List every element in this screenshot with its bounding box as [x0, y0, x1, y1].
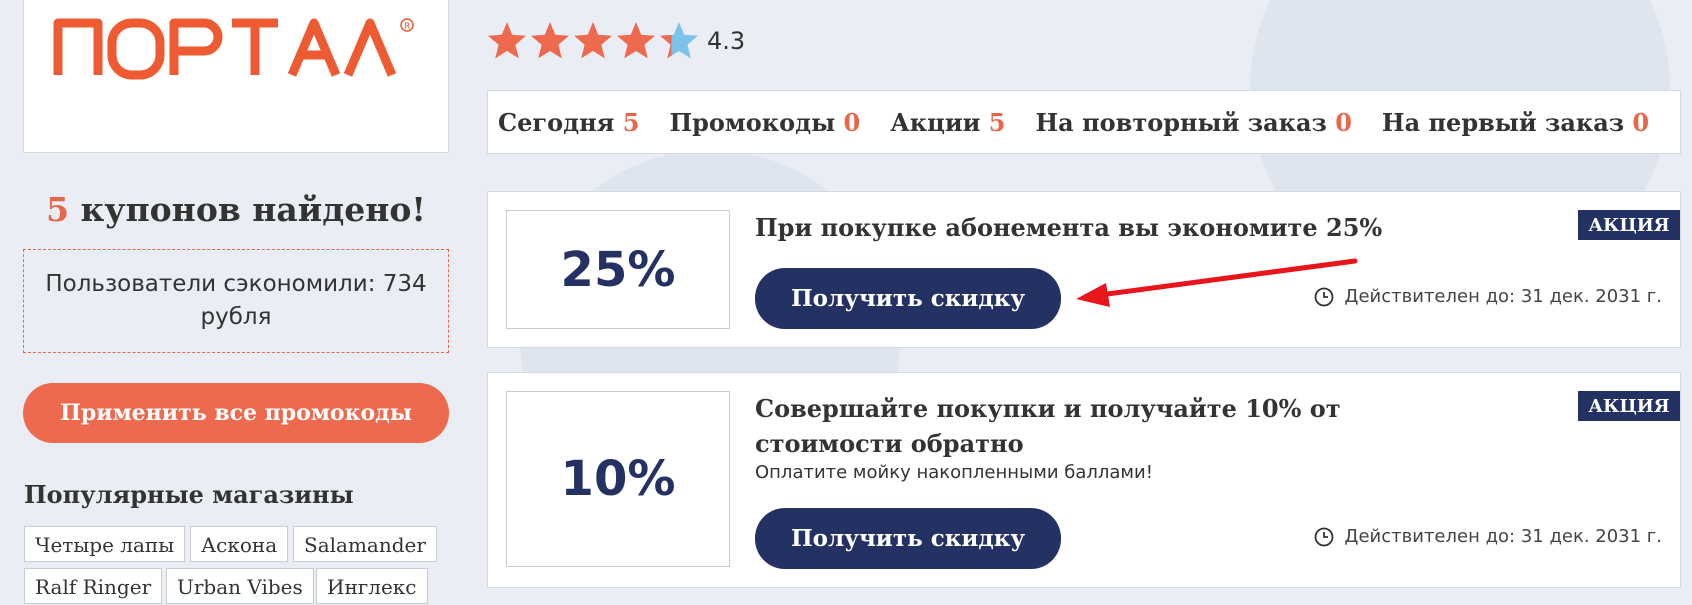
coupon-filter-tabs: Сегодня 5 Промокоды 0 Акции 5 На повторн…: [487, 90, 1681, 154]
users-saved-text: Пользователи сэкономили: 734 рубля: [45, 271, 427, 330]
store-tag[interactable]: Urban Vibes: [166, 568, 314, 604]
annotation-arrow-icon: [1076, 258, 1358, 307]
coupon-card: 10% Совершайте покупки и получайте 10% о…: [487, 372, 1681, 588]
store-tag[interactable]: Четыре лапы: [24, 526, 186, 562]
star-icon: [617, 22, 655, 59]
tab-today[interactable]: Сегодня 5: [498, 108, 639, 137]
users-saved-box: Пользователи сэкономили: 734 рубля: [23, 249, 449, 353]
coupon-description: Оплатите мойку накопленными баллами!: [755, 462, 1153, 483]
star-icon: [488, 22, 526, 59]
store-tag[interactable]: Salamander: [293, 526, 437, 562]
tab-first-order[interactable]: На первый заказ 0: [1382, 108, 1649, 137]
get-discount-button[interactable]: Получить скидку: [755, 268, 1061, 329]
apply-all-promocodes-button[interactable]: Применить все промокоды: [23, 383, 449, 443]
popular-stores-title: Популярные магазины: [24, 480, 354, 509]
store-logo-box: R: [23, 0, 449, 153]
store-rating: 4.3: [486, 20, 745, 62]
star-icon: [660, 22, 698, 59]
store-tag[interactable]: Инглекс: [316, 568, 428, 604]
rating-value: 4.3: [707, 27, 746, 55]
portal-logo: R: [53, 18, 414, 80]
get-discount-button[interactable]: Получить скидку: [755, 508, 1061, 569]
promo-type-badge: АКЦИЯ: [1578, 210, 1680, 240]
valid-until: Действителен до: 31 дек. 2031 г.: [1314, 286, 1662, 307]
tab-repeat-order[interactable]: На повторный заказ 0: [1036, 108, 1352, 137]
star-icon: [574, 22, 612, 59]
discount-value: 25%: [506, 210, 730, 329]
tab-promotions[interactable]: Акции 5: [890, 108, 1005, 137]
coupon-title: Совершайте покупки и получайте 10% от ст…: [755, 394, 1341, 458]
promo-type-badge: АКЦИЯ: [1578, 391, 1680, 421]
discount-value: 10%: [506, 391, 730, 567]
star-icon: [531, 22, 569, 59]
svg-text:R: R: [404, 22, 410, 32]
valid-until: Действителен до: 31 дек. 2031 г.: [1314, 526, 1662, 547]
clock-icon: [1315, 527, 1334, 546]
coupon-title: При покупке абонемента вы экономите 25%: [755, 213, 1383, 242]
store-tag[interactable]: Ralf Ringer: [24, 568, 163, 604]
tab-promocodes[interactable]: Промокоды 0: [669, 108, 860, 137]
store-tag[interactable]: Аскона: [190, 526, 289, 562]
coupons-found-heading: 5 купонов найдено!: [46, 190, 426, 229]
